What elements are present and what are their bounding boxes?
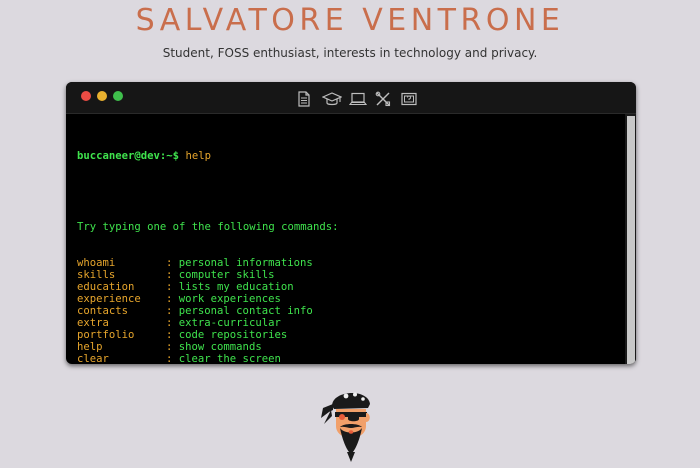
command-row: help: show commands xyxy=(77,341,617,353)
command-separator: : xyxy=(166,269,173,281)
minimize-dot-icon[interactable] xyxy=(97,91,107,101)
command-description: personal informations xyxy=(178,257,313,269)
tools-icon[interactable] xyxy=(375,91,391,107)
prompt: buccaneer@dev:~$ xyxy=(77,150,180,162)
document-icon[interactable] xyxy=(297,91,313,107)
command-row: education: lists my education xyxy=(77,281,617,293)
site-subtitle: Student, FOSS enthusiast, interests in t… xyxy=(162,46,538,60)
command-separator: : xyxy=(166,281,173,293)
picture-icon[interactable] xyxy=(400,91,418,107)
command-description: computer skills xyxy=(178,269,275,281)
command-separator: : xyxy=(166,353,173,364)
command-row: contacts: personal contact info xyxy=(77,305,617,317)
command-name: clear xyxy=(77,353,109,364)
command-name: help xyxy=(77,341,103,353)
command-description: work experiences xyxy=(178,293,281,305)
command-row: skills: computer skills xyxy=(77,269,617,281)
command-name: whoami xyxy=(77,257,116,269)
command-name: extra xyxy=(77,317,109,329)
command-separator: : xyxy=(166,257,173,269)
command-description: show commands xyxy=(178,341,262,353)
command-name: portfolio xyxy=(77,329,135,341)
command-line: buccaneer@dev:~$ help xyxy=(77,150,617,162)
command-row: experience: work experiences xyxy=(77,293,617,305)
terminal-window[interactable]: buccaneer@dev:~$ help Try typing one of … xyxy=(66,82,636,364)
command-description: lists my education xyxy=(178,281,294,293)
pirate-avatar-icon xyxy=(318,382,382,464)
command-separator: : xyxy=(166,305,173,317)
command-description: extra-curricular xyxy=(178,317,281,329)
terminal-output: buccaneer@dev:~$ help Try typing one of … xyxy=(77,126,617,364)
command-separator: : xyxy=(166,317,173,329)
command-separator: : xyxy=(166,329,173,341)
help-intro: Try typing one of the following commands… xyxy=(77,221,339,233)
command-row: extra: extra-curricular xyxy=(77,317,617,329)
command-description: clear the screen xyxy=(178,353,281,364)
laptop-icon[interactable] xyxy=(349,91,367,107)
command-row: portfolio: code repositories xyxy=(77,329,617,341)
command-separator: : xyxy=(166,341,173,353)
scroll-thumb[interactable] xyxy=(627,116,635,364)
command-name: contacts xyxy=(77,305,129,317)
command-row: clear: clear the screen xyxy=(77,353,617,364)
command-name: skills xyxy=(77,269,116,281)
command-separator: : xyxy=(166,293,173,305)
entered-command: help xyxy=(185,150,211,162)
command-description: personal contact info xyxy=(178,305,313,317)
command-name: experience xyxy=(77,293,141,305)
terminal-titlebar xyxy=(66,82,636,114)
command-description: code repositories xyxy=(178,329,288,341)
command-name: education xyxy=(77,281,135,293)
scrollbar[interactable] xyxy=(625,114,636,364)
close-dot-icon[interactable] xyxy=(81,91,91,101)
site-title: SALVATORE VENTRONE xyxy=(135,3,565,38)
maximize-dot-icon[interactable] xyxy=(113,91,123,101)
graduation-cap-icon[interactable] xyxy=(322,91,342,107)
command-list: whoami: personal informations skills: com… xyxy=(77,257,617,364)
command-row: whoami: personal informations xyxy=(77,257,617,269)
